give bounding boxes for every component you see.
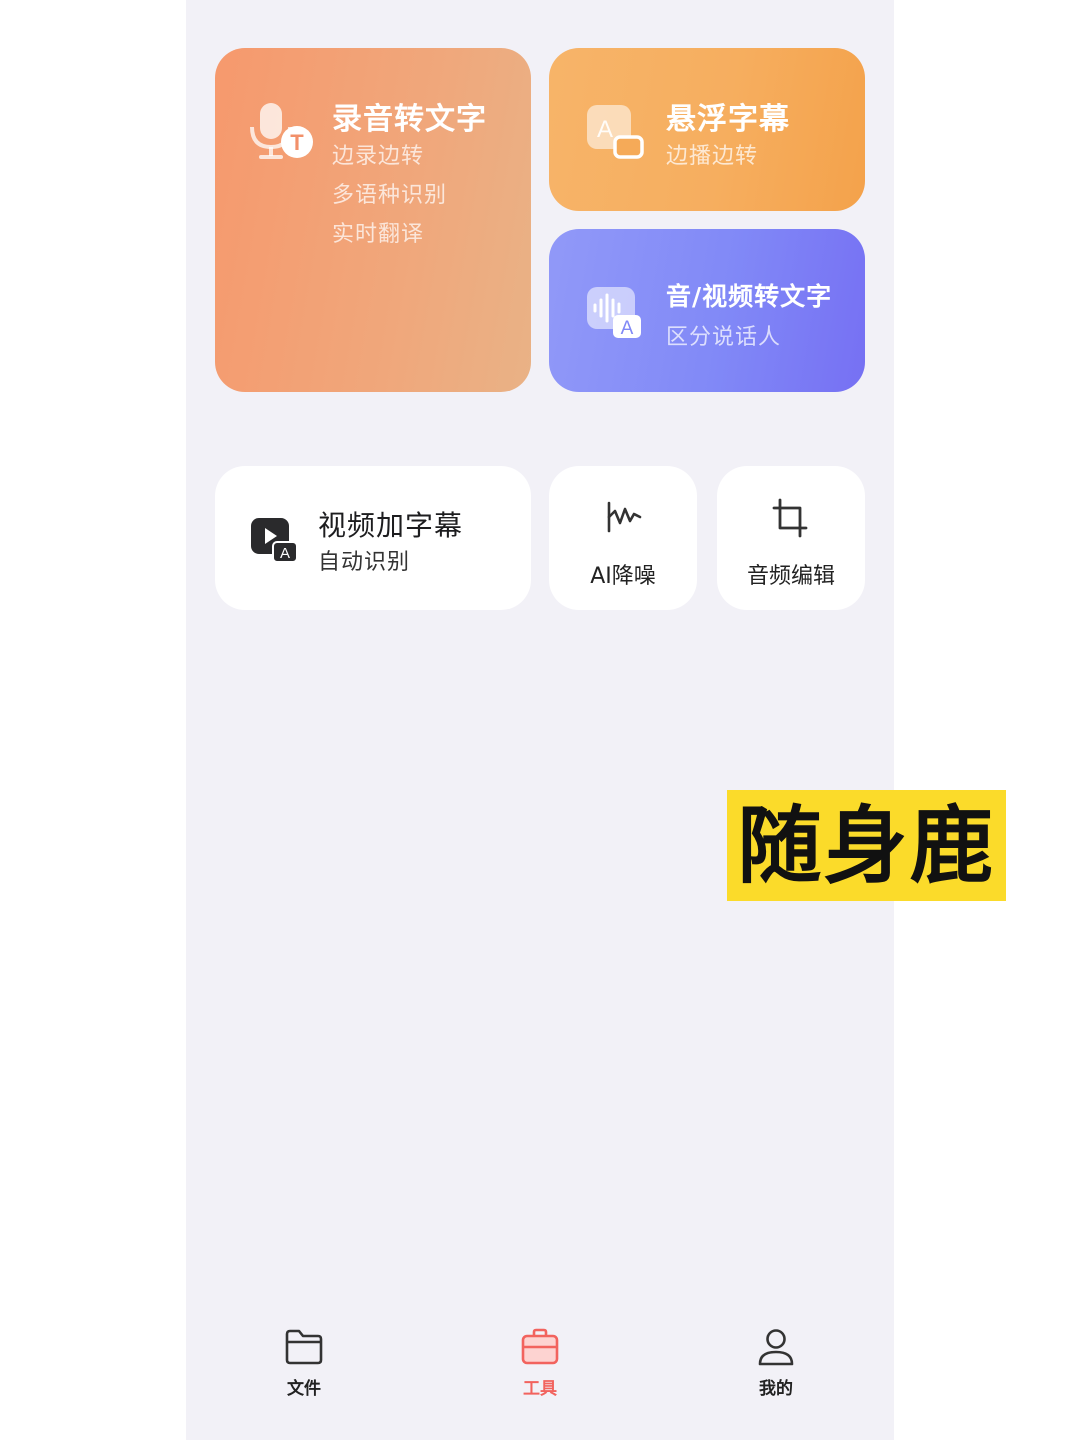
audio-edit-label: 音频编辑 bbox=[746, 564, 835, 589]
float-caption-title: 悬浮字幕 bbox=[666, 102, 790, 137]
video-subtitle-icon: A bbox=[251, 518, 298, 563]
tab-files[interactable]: 文件 bbox=[244, 1328, 364, 1399]
record-card-feature-1: 边录边转 bbox=[332, 144, 425, 169]
audio-edit-card[interactable]: 音频编辑 bbox=[717, 466, 865, 610]
tab-tools[interactable]: 工具 bbox=[480, 1328, 600, 1399]
waveform-icon bbox=[607, 501, 642, 533]
record-to-text-card[interactable]: T 录音转文字 边录边转 多语种识别 实时翻译 bbox=[215, 48, 531, 392]
waveform-text-icon: A bbox=[587, 287, 641, 339]
svg-text:A: A bbox=[597, 116, 613, 143]
mic-text-icon: T bbox=[250, 103, 313, 159]
tab-files-label: 文件 bbox=[287, 1379, 321, 1399]
toolbox-icon bbox=[521, 1328, 559, 1365]
record-card-feature-2: 多语种识别 bbox=[332, 183, 448, 208]
svg-text:T: T bbox=[290, 130, 304, 155]
svg-text:A: A bbox=[280, 545, 290, 562]
caption-icon: A bbox=[587, 105, 644, 159]
tab-mine-label: 我的 bbox=[759, 1379, 793, 1399]
record-card-title: 录音转文字 bbox=[332, 102, 487, 137]
video-subtitle-title: 视频加字幕 bbox=[318, 509, 464, 542]
video-subtitle-card[interactable]: A 视频加字幕 自动识别 bbox=[215, 466, 531, 610]
av-to-text-subtitle: 区分说话人 bbox=[666, 325, 782, 350]
user-icon bbox=[758, 1329, 794, 1366]
app-screen: T 录音转文字 边录边转 多语种识别 实时翻译 A 悬浮字幕 边播边转 A 音/… bbox=[186, 0, 894, 1440]
av-to-text-card[interactable]: A 音/视频转文字 区分说话人 bbox=[549, 229, 865, 392]
record-card-feature-3: 实时翻译 bbox=[332, 222, 425, 247]
brand-watermark: 随身鹿 bbox=[727, 790, 1006, 901]
ai-denoise-card[interactable]: AI降噪 bbox=[549, 466, 697, 610]
crop-icon bbox=[772, 498, 808, 538]
float-caption-card[interactable]: A 悬浮字幕 边播边转 bbox=[549, 48, 865, 211]
av-to-text-title: 音/视频转文字 bbox=[666, 282, 833, 311]
video-subtitle-subtitle: 自动识别 bbox=[318, 550, 411, 575]
svg-text:A: A bbox=[621, 318, 634, 339]
tab-tools-label: 工具 bbox=[523, 1379, 557, 1399]
float-caption-subtitle: 边播边转 bbox=[666, 144, 759, 169]
tab-mine[interactable]: 我的 bbox=[716, 1328, 836, 1399]
ai-denoise-label: AI降噪 bbox=[590, 564, 656, 589]
folder-icon bbox=[285, 1329, 323, 1365]
